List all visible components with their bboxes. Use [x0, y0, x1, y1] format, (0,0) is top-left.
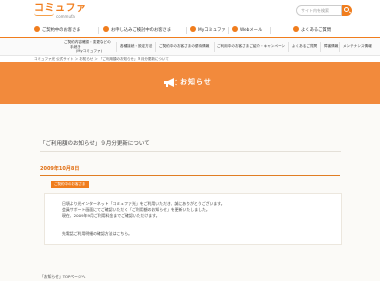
person-icon	[103, 26, 109, 32]
subnav-label: ご契約内容確認・変更などの	[64, 40, 111, 44]
article-line: 現在、2009年9月ご利用料金までご確認いただけます。	[62, 213, 160, 218]
category-badge: ご契約中のお客さま	[51, 181, 89, 188]
subnav-divider	[339, 42, 340, 52]
nav-faq[interactable]: よくあるご質問	[293, 26, 331, 35]
subnav-contract-procedures[interactable]: ご契約内容確認・変更などの 手続き (Myコミュファ)	[64, 40, 111, 54]
nav-divider	[98, 27, 99, 34]
commufa-logo[interactable]: コミュファ commufa	[34, 3, 98, 19]
subnav-label: (Myコミュファ)	[76, 49, 102, 53]
title-divider	[40, 151, 341, 152]
heart-icon	[190, 26, 196, 32]
nav-divider	[186, 27, 187, 34]
subnav-divider	[320, 42, 321, 52]
subnav-divider	[155, 42, 156, 52]
nav-label: Myコミュファ	[198, 28, 226, 33]
nav-label: お申し込みご検討中のお客さま	[111, 28, 172, 33]
main-nav: ご契約中のお客さま お申し込みご検討中のお客さま Myコミュファ Webメール …	[0, 22, 380, 38]
logo-subtext: commufa	[56, 14, 75, 19]
search-icon	[344, 7, 349, 12]
subnav-divider	[288, 42, 289, 52]
nav-label: よくあるご質問	[301, 28, 332, 33]
nav-label: Webメール	[240, 28, 263, 33]
nav-divider	[228, 27, 229, 34]
back-to-news-link[interactable]: 「お知らせ」TOPページへ	[40, 274, 85, 279]
subnav-label: 障害情報	[324, 44, 339, 48]
logo-swoosh	[34, 13, 54, 16]
subnav-benefits[interactable]: ご契約中のお客さまの優待情報	[159, 44, 209, 49]
megaphone-icon	[164, 78, 177, 87]
subnav-label: ご利用中のお客さまご紹介・キャンペーン	[217, 44, 286, 48]
article-line: 日頃より光インターネット「コミュファ光」をご利用いただき、誠にありがとうございま…	[62, 201, 225, 206]
subnav-outage-info[interactable]: 障害情報	[324, 44, 338, 49]
nav-contract-customers[interactable]: ご契約中のお客さま	[34, 26, 81, 35]
person-icon	[34, 26, 40, 32]
nav-divider	[270, 27, 271, 34]
nav-prospective-customers[interactable]: お申し込みご検討中のお客さま	[103, 26, 171, 35]
search-input[interactable]: サイト内を検索	[296, 5, 342, 16]
site-header: コミュファ commufa サイト内を検索	[0, 0, 380, 22]
subnav-connection-settings[interactable]: 各種接続・設定方法	[120, 44, 152, 49]
subnav-divider	[116, 42, 117, 52]
subnav-maintenance[interactable]: メンテナンス情報	[343, 44, 372, 49]
subnav-campaign[interactable]: ご利用中のお客さまご紹介・キャンペーン	[217, 44, 285, 49]
nav-label: ご契約中のお客さま	[42, 28, 81, 33]
subnav-label: ご契約中のお客さまの優待情報	[159, 44, 210, 48]
date-divider	[40, 175, 340, 176]
subnav-divider	[214, 42, 215, 52]
article-line: 会員サポート画面にてご確認いただく「ご利用額のお知らせ」を更新いたしました。	[62, 207, 210, 212]
subnav-label: メンテナンス情報	[343, 44, 372, 48]
subnav-faq[interactable]: よくあるご質問	[292, 44, 317, 49]
question-icon	[293, 26, 299, 32]
sub-nav: ご契約内容確認・変更などの 手続き (Myコミュファ) 各種接続・設定方法 ご契…	[0, 38, 380, 56]
nav-webmail[interactable]: Webメール	[232, 26, 262, 35]
page-title: 「ご利用額のお知らせ」９月分更新について	[40, 141, 150, 147]
subnav-label: 各種接続・設定方法	[120, 44, 153, 48]
mail-icon	[232, 26, 238, 32]
post-date: 2009年10月8日	[40, 166, 80, 172]
footer-strip	[0, 281, 380, 285]
search-button[interactable]	[342, 5, 352, 16]
banner-title: お知らせ	[180, 78, 212, 86]
nav-mycommufa[interactable]: Myコミュファ	[190, 26, 226, 35]
subnav-label: よくあるご質問	[292, 44, 318, 48]
article-link-line[interactable]: 先電話ご利用明細の確認方法はこちら。	[62, 231, 132, 236]
